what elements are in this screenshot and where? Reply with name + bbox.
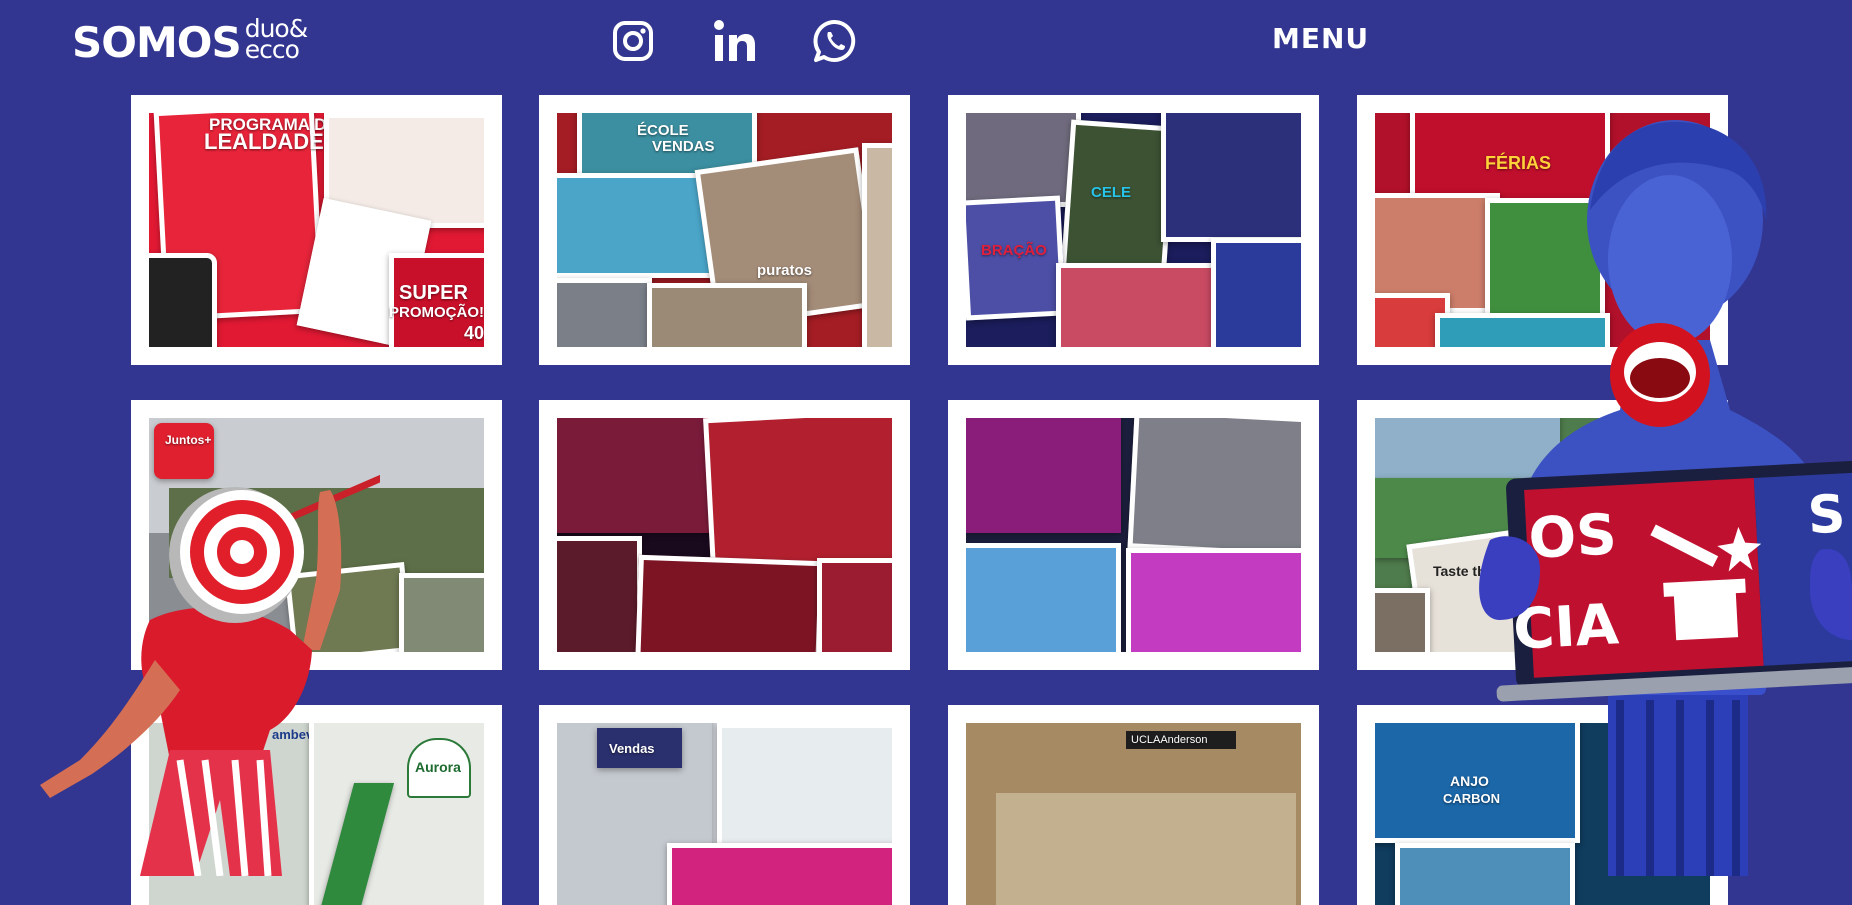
tile-caption: BRAÇÃO <box>981 242 1047 259</box>
tile-caption: 40 <box>464 323 484 343</box>
tile-caption: Vendas <box>609 741 655 756</box>
site-header: SOMOS duo& ecco MENU <box>0 0 1852 90</box>
statue-icon: OS CIA S <box>1479 120 1852 876</box>
linkedin-link[interactable] <box>712 18 758 64</box>
tile-caption: VENDAS <box>652 138 715 155</box>
statue-laptop-illustration: OS CIA S <box>1470 120 1852 876</box>
logo-sub-bottom: ecco <box>244 35 300 64</box>
archer-figure-icon <box>40 452 420 877</box>
portfolio-tile[interactable]: PROGRAMA DE LEALDADE SUPER PROMOÇÃO! 40 <box>131 95 502 365</box>
logo-sub: duo& ecco <box>244 16 309 64</box>
tile-caption: ÉCOLE <box>637 122 689 139</box>
instagram-icon <box>613 21 653 61</box>
tile-caption: LEALDADE <box>204 129 324 154</box>
tile-caption: puratos <box>757 262 813 279</box>
portfolio-tile[interactable]: CELE BRAÇÃO <box>948 95 1319 365</box>
portfolio-tile[interactable] <box>539 400 910 670</box>
tile-caption: PROMOÇÃO! <box>389 304 484 321</box>
portfolio-tile[interactable] <box>948 400 1319 670</box>
portfolio-tile[interactable]: UCLAAnderson <box>948 705 1319 905</box>
tile-caption: SUPER <box>399 282 468 304</box>
whatsapp-icon <box>813 19 856 62</box>
menu-button[interactable]: MENU <box>1272 22 1369 55</box>
logo-main: SOMOS <box>72 18 242 67</box>
instagram-link[interactable] <box>610 18 656 64</box>
laptop-text-1: OS <box>1527 502 1618 572</box>
tile-caption: CELE <box>1091 184 1132 201</box>
linkedin-icon <box>714 20 755 61</box>
portfolio-tile[interactable]: Vendas <box>539 705 910 905</box>
tile-caption: UCLAAnderson <box>1131 734 1208 746</box>
logo[interactable]: SOMOS duo& ecco <box>72 16 309 68</box>
portfolio-tile[interactable]: ÉCOLE VENDAS puratos <box>539 95 910 365</box>
laptop-text-3: S <box>1806 484 1847 546</box>
tile-caption: Aurora <box>415 759 461 775</box>
archer-illustration <box>20 430 420 877</box>
whatsapp-link[interactable] <box>812 18 858 64</box>
